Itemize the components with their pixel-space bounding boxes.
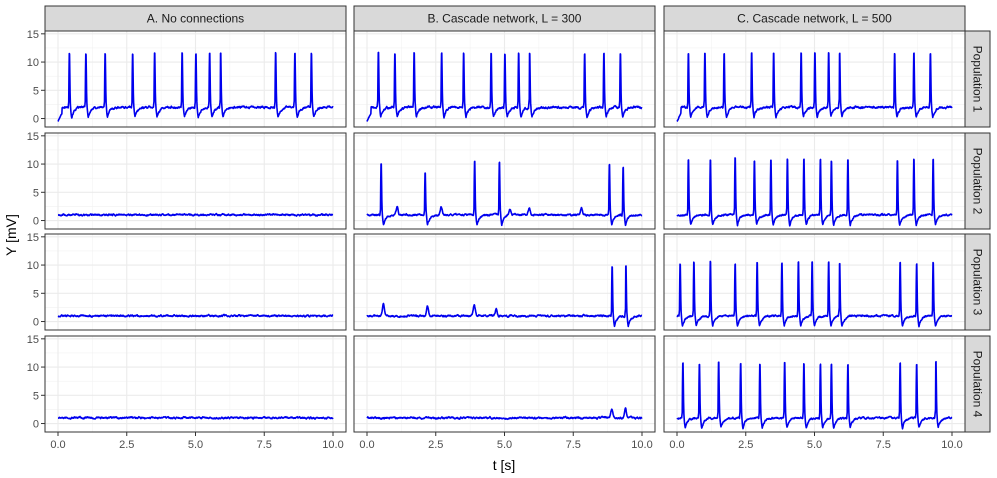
panel (663, 233, 966, 331)
x-tick-label: 7.5 (566, 439, 581, 451)
panel (44, 233, 347, 331)
x-tick-label: 7.5 (876, 439, 891, 451)
x-tick-label: 0.0 (669, 439, 684, 451)
panel (44, 335, 347, 433)
x-tick-label: 0.0 (50, 439, 65, 451)
column-strip-label: A. No connections (147, 12, 244, 26)
x-axis-title: t [s] (493, 457, 516, 473)
y-tick-label: 5 (33, 390, 39, 402)
x-tick-label: 7.5 (257, 439, 272, 451)
y-tick-label: 10 (27, 57, 39, 69)
row-strip-label: Population 2 (971, 148, 985, 215)
y-tick-label: 0 (33, 419, 39, 431)
panel (353, 335, 656, 433)
row-strip-label: Population 1 (971, 46, 985, 113)
row-strip-label: Population 3 (971, 249, 985, 316)
figure: A. No connections B. Cascade network, L =… (3, 5, 991, 473)
x-tick-label: 0.0 (359, 439, 374, 451)
column-strip-label: B. Cascade network, L = 300 (428, 12, 582, 26)
y-tick-label: 5 (33, 85, 39, 97)
panel (663, 132, 966, 230)
y-tick-label: 0 (33, 216, 39, 228)
x-tick-label: 2.5 (119, 439, 134, 451)
x-tick-label: 10.0 (322, 439, 343, 451)
y-tick-label: 15 (27, 29, 39, 41)
y-axis-title: Y [mV] (3, 214, 19, 256)
y-tick-label: 15 (27, 131, 39, 143)
y-tick-label: 15 (27, 232, 39, 244)
panel (353, 233, 656, 331)
y-tick-label: 15 (27, 334, 39, 346)
panel (663, 30, 966, 128)
row-strip-label: Population 4 (971, 351, 985, 418)
panel (44, 30, 347, 128)
y-tick-label: 5 (33, 288, 39, 300)
y-tick-label: 10 (27, 159, 39, 171)
y-tick-label: 0 (33, 317, 39, 329)
y-tick-label: 0 (33, 114, 39, 126)
y-tick-label: 5 (33, 187, 39, 199)
panel (663, 335, 966, 433)
x-tick-label: 10.0 (631, 439, 652, 451)
x-tick-label: 5.0 (497, 439, 512, 451)
panel (353, 132, 656, 230)
x-tick-label: 5.0 (188, 439, 203, 451)
x-tick-label: 5.0 (807, 439, 822, 451)
y-tick-label: 10 (27, 260, 39, 272)
column-strip-label: C. Cascade network, L = 500 (737, 12, 892, 26)
x-tick-label: 2.5 (738, 439, 753, 451)
panel (353, 30, 656, 128)
y-tick-label: 10 (27, 362, 39, 374)
x-tick-label: 2.5 (428, 439, 443, 451)
panel (44, 132, 347, 230)
x-tick-label: 10.0 (941, 439, 962, 451)
